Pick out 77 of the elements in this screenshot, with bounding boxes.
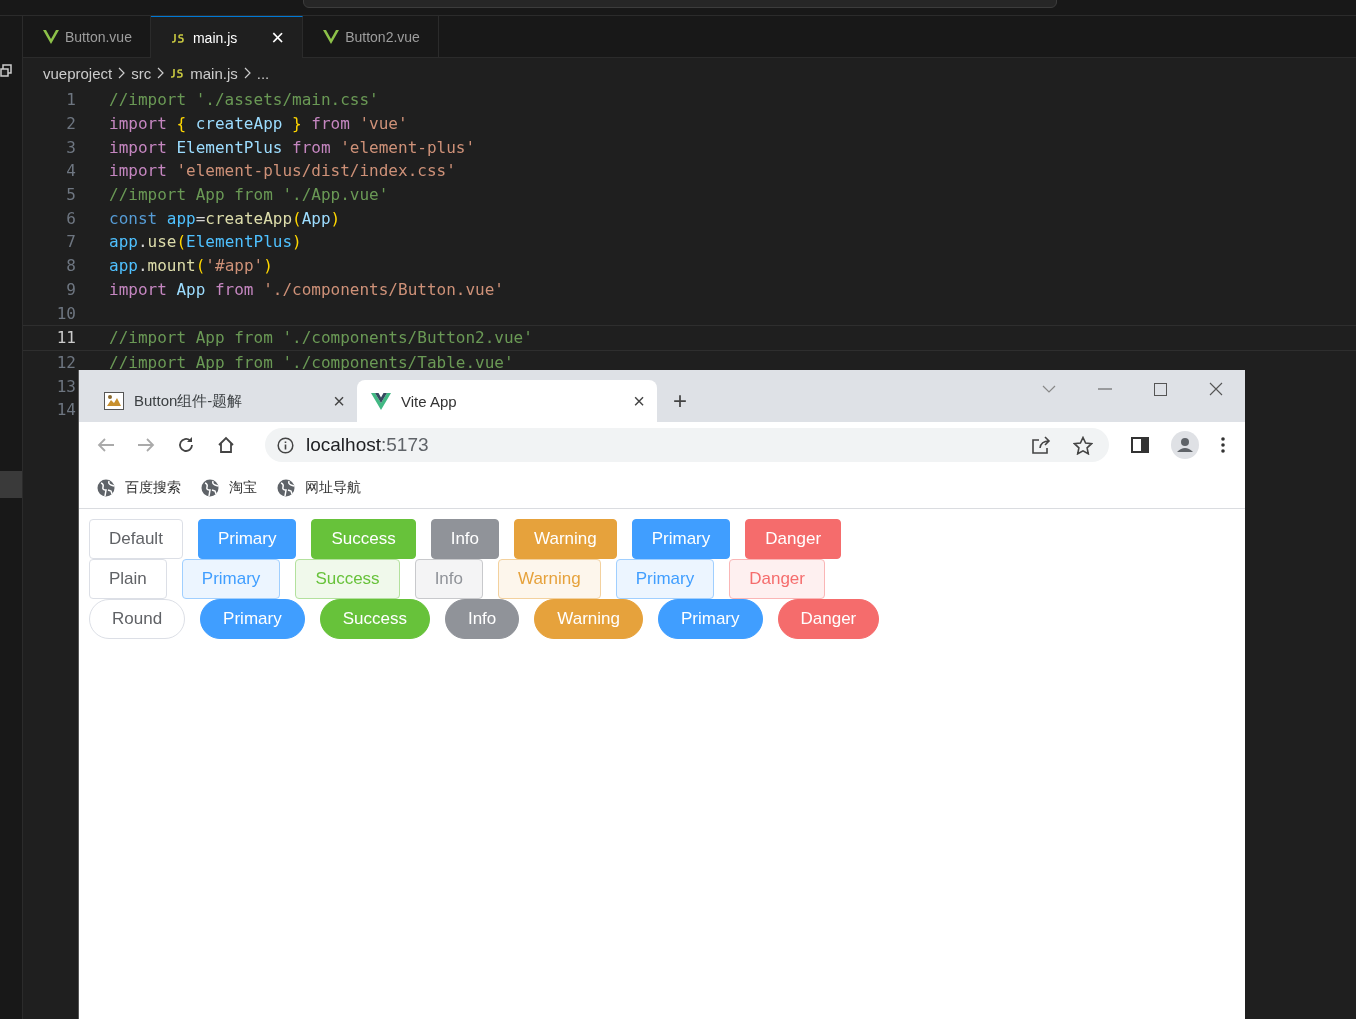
line-number: 1	[65, 90, 77, 110]
avatar-icon[interactable]	[1171, 431, 1199, 459]
reload-icon[interactable]	[177, 436, 195, 454]
code-line: //import App from './App.vue'	[109, 185, 389, 205]
breadcrumb[interactable]: src	[131, 64, 152, 82]
chevron-right-icon	[157, 67, 165, 79]
button[interactable]: Default	[89, 519, 183, 559]
line-number: 12	[55, 352, 77, 372]
code-line: import ElementPlus from 'element-plus'	[109, 137, 476, 157]
bookmark[interactable]: 淘宝	[201, 479, 257, 497]
globe-icon	[277, 479, 295, 497]
bookmark[interactable]: 百度搜索	[97, 479, 181, 497]
share-icon[interactable]	[1031, 436, 1051, 454]
star-icon[interactable]	[1073, 435, 1093, 455]
line-number: 10	[55, 303, 77, 323]
vue-logo-icon	[323, 29, 340, 44]
code-line: import App from './components/Button.vue'	[109, 279, 504, 299]
js-file-icon	[170, 32, 185, 43]
activity-indicator	[0, 471, 22, 498]
new-tab-button[interactable]: +	[673, 387, 687, 415]
more-menu-icon[interactable]	[1221, 437, 1225, 453]
code-line: //import App from './components/Table.vue'	[109, 352, 514, 372]
tab-label: Button2.vue	[345, 28, 420, 45]
line-number: 4	[65, 161, 77, 181]
code-line: //import './assets/main.css'	[109, 90, 379, 110]
line-number: 8	[65, 256, 77, 276]
line-number: 5	[65, 185, 77, 205]
close-button[interactable]: ×	[271, 26, 285, 49]
editor-tab[interactable]: Button2.vue	[303, 16, 439, 58]
editor-tab[interactable]: Button.vue	[23, 16, 151, 58]
bookmark[interactable]: 网址导航	[277, 479, 361, 497]
line-number: 11	[55, 328, 77, 348]
globe-icon	[201, 479, 219, 497]
tab-title: Button组件-题解	[134, 391, 244, 411]
code-line: const app=createApp(App)	[109, 208, 341, 228]
breadcrumb[interactable]: main.js	[190, 64, 238, 82]
url-host: localhost	[306, 434, 381, 455]
url-port: :5173	[381, 434, 429, 455]
chevron-down-icon[interactable]	[1042, 385, 1056, 393]
line-number: 6	[65, 208, 77, 228]
line-number: 9	[65, 279, 77, 299]
line-number: 3	[65, 137, 77, 157]
image-favicon-icon	[104, 392, 124, 410]
close-icon[interactable]	[1209, 382, 1223, 396]
line-number: 2	[65, 114, 77, 134]
editor-tab[interactable]: main.js ×	[150, 16, 304, 58]
line-number: 7	[65, 232, 77, 252]
code-line: app.use(ElementPlus)	[109, 232, 302, 252]
js-file-icon	[170, 68, 185, 78]
tab-label: Button.vue	[65, 28, 132, 45]
close-button[interactable]: ×	[633, 389, 645, 413]
line-number: 13	[55, 376, 77, 396]
line-number: 14	[55, 400, 77, 420]
globe-icon	[97, 479, 115, 497]
copy-icon[interactable]	[0, 64, 12, 78]
breadcrumb[interactable]: vueproject	[43, 64, 113, 82]
chevron-right-icon	[118, 67, 126, 79]
button[interactable]: Plain	[89, 559, 167, 599]
close-button[interactable]: ×	[333, 389, 345, 413]
address-bar[interactable]: localhost:5173	[265, 428, 1109, 462]
code-line: //import App from './components/Button2.vue'	[109, 328, 533, 348]
vue-logo-icon	[43, 29, 59, 44]
chevron-right-icon	[243, 67, 251, 79]
code-line: import 'element-plus/dist/index.css'	[109, 161, 456, 181]
code-line: import { createApp } from 'vue'	[109, 114, 408, 134]
home-icon[interactable]	[217, 436, 235, 454]
side-panel-icon[interactable]	[1131, 437, 1149, 453]
browser-tab[interactable]: Button组件-题解 ×	[87, 380, 357, 422]
maximize-icon[interactable]	[1154, 382, 1167, 396]
breadcrumb[interactable]: ...	[256, 64, 270, 82]
tab-label: main.js	[192, 29, 238, 46]
tab-title: Vite App	[401, 392, 458, 410]
vue-logo-icon	[371, 392, 391, 410]
browser-tab[interactable]: Vite App ×	[357, 380, 657, 422]
button[interactable]: Round	[89, 599, 186, 639]
code-line: app.mount('#app')	[109, 256, 273, 276]
info-icon[interactable]	[277, 436, 294, 454]
